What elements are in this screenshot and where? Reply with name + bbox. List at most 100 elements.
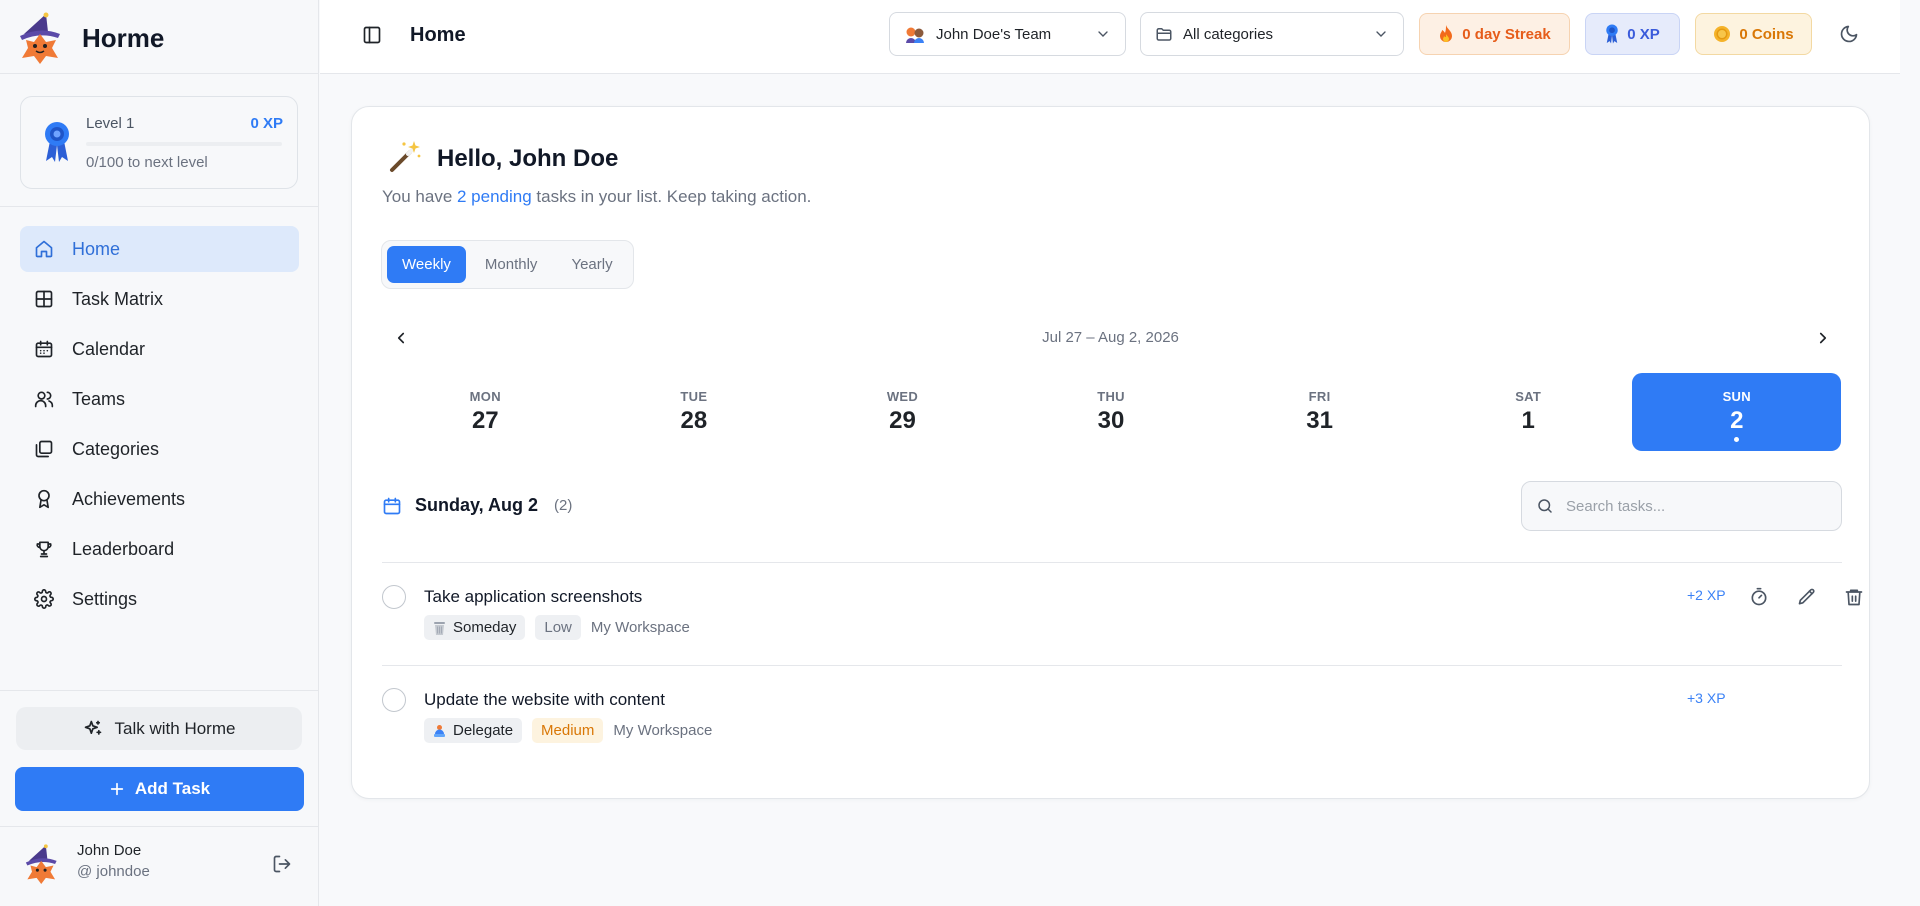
task-indicator-dot [1734, 437, 1740, 442]
sidebar-item-settings[interactable]: Settings [20, 576, 299, 622]
greeting-subtitle: You have 2 pending tasks in your list. K… [382, 187, 811, 207]
day-number: 2 [1730, 407, 1744, 434]
search-input[interactable] [1566, 497, 1816, 515]
week-range: Jul 27 – Aug 2, 2026 [1042, 329, 1179, 346]
tab-monthly[interactable]: Monthly [470, 246, 553, 283]
day-name: THU [1097, 389, 1125, 404]
avatar[interactable] [24, 844, 60, 884]
tab-yearly[interactable]: Yearly [556, 246, 627, 283]
logout-icon[interactable] [272, 854, 292, 874]
level-label: Level 1 [86, 115, 135, 132]
day-name: FRI [1308, 389, 1331, 404]
pending-count-link[interactable]: 2 pending [457, 187, 532, 206]
sidebar-divider [0, 73, 319, 74]
selected-date-heading: Sunday, Aug 2 (2) [382, 495, 572, 516]
day-wed[interactable]: WED 29 [798, 373, 1007, 451]
sidebar-item-label: Categories [72, 438, 160, 459]
day-tue[interactable]: TUE 28 [590, 373, 799, 451]
coins-value: 0 Coins [1739, 25, 1794, 43]
sidebar-item-teams[interactable]: Teams [20, 376, 299, 422]
team-avatar-icon [906, 27, 924, 43]
sidebar-item-label: Settings [72, 588, 138, 609]
sidebar-item-home[interactable]: Home [20, 226, 299, 272]
sidebar-divider [0, 206, 319, 207]
level-next-text: 0/100 to next level [86, 154, 208, 171]
sidebar-toggle-icon[interactable] [362, 25, 382, 45]
brand-name: Horme [82, 22, 165, 53]
level-card: Level 1 0 XP 0/100 to next level [20, 96, 298, 189]
level-progress-bar [86, 142, 282, 146]
day-name: SUN [1722, 389, 1751, 404]
workspace-label: My Workspace [590, 619, 690, 636]
add-task-button[interactable]: Add Task [15, 767, 304, 811]
selected-date-count: (2) [554, 497, 573, 514]
pencil-icon[interactable] [1797, 587, 1817, 607]
folder-icon [1156, 28, 1172, 41]
trophy-icon [36, 541, 52, 558]
subtitle-text: You have [382, 187, 457, 206]
day-sun[interactable]: SUN 2 [1632, 373, 1842, 451]
chevron-down-icon [1098, 31, 1108, 37]
greeting-title: Hello, John Doe [437, 145, 619, 172]
streak-value: 0 day Streak [1462, 25, 1551, 43]
day-number: 27 [471, 407, 499, 434]
sidebar-item-task-matrix[interactable]: Task Matrix [20, 276, 299, 322]
day-name: MON [469, 389, 501, 404]
workspace-label: My Workspace [613, 722, 713, 739]
day-name: TUE [680, 389, 708, 404]
wizard-logo-icon [20, 12, 60, 64]
grid-icon [35, 290, 53, 308]
task-meta: Delegate Medium My Workspace [424, 718, 712, 743]
home-icon [35, 240, 53, 258]
chevron-left-icon[interactable] [392, 329, 410, 347]
task-title[interactable]: Update the website with content [424, 690, 665, 710]
quadrant-label: Someday [453, 619, 517, 636]
priority-chip: Low [535, 615, 581, 640]
streak-badge[interactable]: 0 day Streak [1419, 13, 1570, 55]
search-icon [1538, 499, 1552, 513]
user-profile: John Doe @ johndoe [24, 840, 300, 888]
category-select[interactable]: All categories [1140, 12, 1404, 56]
add-task-label: Add Task [134, 779, 211, 798]
team-select-value: John Doe's Team [936, 25, 1052, 43]
task-xp: +3 XP [1687, 690, 1726, 706]
top-bar: Home John Doe's Team All categories 0 da… [320, 0, 1900, 74]
task-checkbox[interactable] [382, 585, 406, 609]
sidebar-item-categories[interactable]: Categories [20, 426, 299, 472]
user-name: John Doe [77, 842, 142, 859]
day-mon[interactable]: MON 27 [381, 373, 590, 451]
moon-icon[interactable] [1839, 24, 1859, 44]
task-row: Update the website with content Delegate… [382, 666, 1842, 768]
sidebar-item-calendar[interactable]: Calendar [20, 326, 299, 372]
users-icon [34, 391, 54, 408]
sidebar: Horme Level 1 0 XP 0/100 to next level H… [0, 0, 319, 906]
day-thu[interactable]: THU 30 [1007, 373, 1216, 451]
selected-date: Sunday, Aug 2 [415, 495, 539, 515]
tab-weekly[interactable]: Weekly [387, 246, 466, 283]
sidebar-divider [0, 690, 319, 691]
task-title[interactable]: Take application screenshots [424, 587, 642, 607]
task-checkbox[interactable] [382, 688, 406, 712]
ribbon-medal-icon [45, 122, 69, 162]
task-meta: Someday Low My Workspace [424, 615, 690, 640]
coins-badge[interactable]: 0 Coins [1695, 13, 1812, 55]
talk-with-horme-button[interactable]: Talk with Horme [16, 707, 302, 750]
coin-icon [1714, 26, 1731, 42]
sidebar-item-leaderboard[interactable]: Leaderboard [20, 526, 299, 572]
day-name: SAT [1515, 389, 1542, 404]
sidebar-item-achievements[interactable]: Achievements [20, 476, 299, 522]
trash-icon[interactable] [1844, 587, 1864, 607]
ribbon-medal-icon [1606, 24, 1618, 44]
brand[interactable]: Horme [18, 12, 164, 64]
sidebar-item-label: Task Matrix [72, 288, 164, 309]
day-sat[interactable]: SAT 1 [1424, 373, 1633, 451]
team-select[interactable]: John Doe's Team [889, 12, 1126, 56]
day-fri[interactable]: FRI 31 [1215, 373, 1424, 451]
award-icon [38, 489, 50, 509]
chevron-right-icon[interactable] [1814, 329, 1832, 347]
xp-badge[interactable]: 0 XP [1585, 13, 1680, 55]
category-select-value: All categories [1183, 25, 1274, 43]
period-tabs: Weekly Monthly Yearly [381, 240, 634, 289]
timer-icon[interactable] [1749, 587, 1769, 607]
subtitle-text: tasks in your list. Keep taking action. [531, 187, 812, 206]
